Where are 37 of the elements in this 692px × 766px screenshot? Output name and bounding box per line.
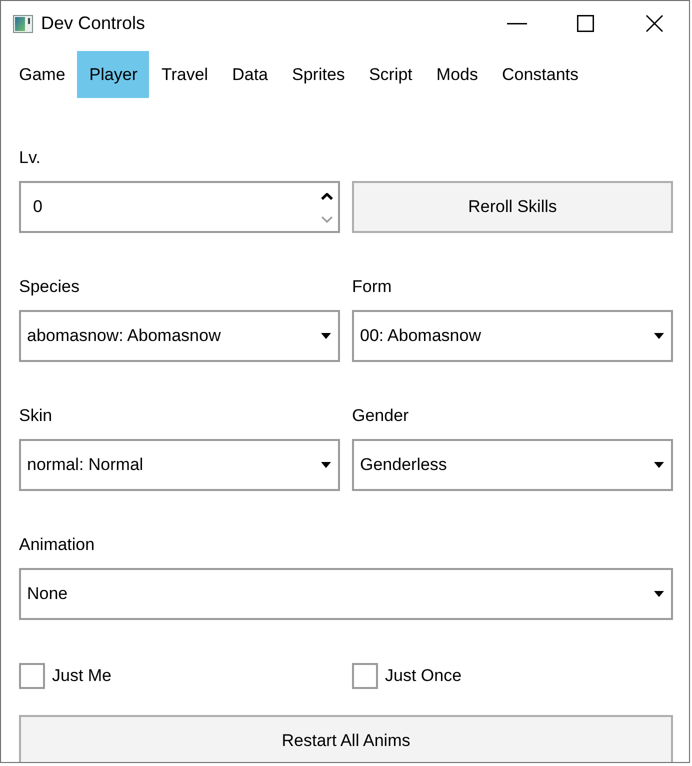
tab[interactable]: Sprites: [280, 51, 357, 98]
dropdown[interactable]: abomasnow: Abomasnow: [19, 310, 340, 362]
checkbox-label[interactable]: Just Me: [52, 666, 112, 686]
dropdown[interactable]: 00: Abomasnow: [352, 310, 673, 362]
dropdown[interactable]: Genderless: [352, 439, 673, 491]
spin-up-icon[interactable]: [321, 193, 333, 200]
checkbox[interactable]: [352, 663, 378, 689]
checkbox[interactable]: [19, 663, 45, 689]
number-field[interactable]: 0: [19, 181, 340, 233]
field-label: Species: [19, 276, 80, 298]
field-label: Lv.: [19, 147, 40, 169]
tab[interactable]: Travel: [149, 51, 220, 98]
tab[interactable]: Script: [356, 51, 424, 98]
caret-down-icon: [321, 333, 331, 339]
tab[interactable]: Constants: [490, 51, 591, 98]
tab[interactable]: Game: [7, 51, 78, 98]
tab[interactable]: Data: [220, 51, 280, 98]
window-title: Dev Controls: [41, 13, 146, 34]
caret-down-icon: [654, 462, 664, 468]
caret-down-icon: [321, 462, 331, 468]
minimize-icon: [506, 22, 526, 24]
app-icon: [13, 14, 33, 32]
tab[interactable]: Player: [77, 51, 150, 98]
maximize-icon: [577, 15, 594, 32]
reroll-button[interactable]: Reroll Skills: [352, 181, 673, 233]
checkbox-label[interactable]: Just Once: [385, 666, 462, 686]
close-icon: [646, 15, 663, 32]
tab[interactable]: Mods: [424, 51, 490, 98]
field-label: Form: [352, 276, 392, 298]
dropdown[interactable]: normal: Normal: [19, 439, 340, 491]
field-label: Skin: [19, 405, 52, 427]
dropdown[interactable]: None: [19, 568, 673, 620]
field-label: Animation: [19, 534, 95, 556]
restart-button[interactable]: Restart All Anims: [19, 715, 673, 762]
caret-down-icon: [654, 591, 664, 597]
caret-down-icon: [654, 333, 664, 339]
field-label: Gender: [352, 405, 409, 427]
